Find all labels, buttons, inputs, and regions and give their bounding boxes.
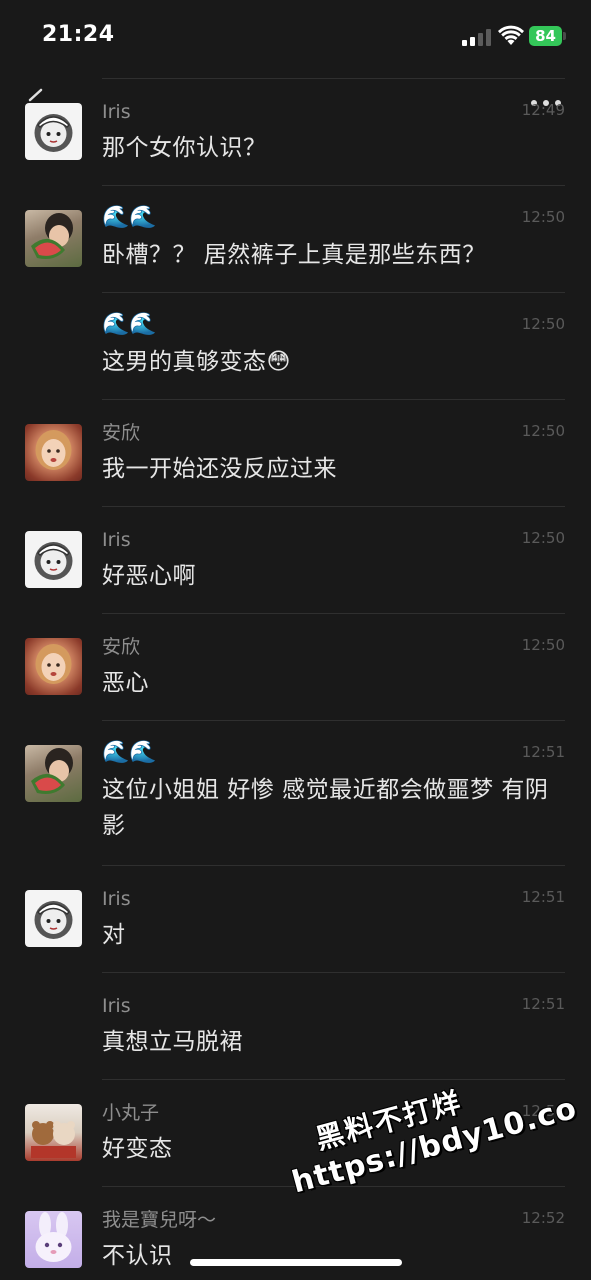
message-time: 12:49 <box>521 101 565 119</box>
message-sender: 安欣 <box>102 422 141 444</box>
message-row[interactable]: 🌊🌊 12:50 这男的真够变态😳 <box>0 292 591 399</box>
message-row[interactable]: Iris 12:49 那个女你认识？ <box>0 78 591 185</box>
battery-level: 84 <box>535 27 556 45</box>
message-sender: 我是寶兒呀～ <box>102 1209 217 1231</box>
status-bar: 21:24 84 <box>0 0 591 70</box>
message-time: 12:51 <box>521 888 565 906</box>
message-text: 对 <box>102 922 126 948</box>
avatar-anxin[interactable] <box>25 638 82 695</box>
message-text: 我一开始还没反应过来 <box>102 456 337 482</box>
message-time: 12:50 <box>521 636 565 654</box>
message-time: 12:50 <box>521 208 565 226</box>
avatar-iris[interactable] <box>25 890 82 947</box>
avatar-iris[interactable] <box>25 103 82 160</box>
message-sender: 小丸子 <box>102 1102 160 1124</box>
message-row[interactable]: Iris 12:51 真想立马脱裙 <box>0 972 591 1079</box>
message-sender: 🌊🌊 <box>102 205 157 230</box>
message-text: 真想立马脱裙 <box>102 1029 243 1055</box>
message-time: 12:51 <box>521 743 565 761</box>
avatar-watermelon-girl[interactable] <box>25 210 82 267</box>
avatar-baoer[interactable] <box>25 1211 82 1268</box>
chat-screen: 21:24 84 Iris 12:49 那个女你认识？ 🌊🌊 12:50 卧槽？… <box>0 0 591 1280</box>
status-time: 21:24 <box>42 22 115 47</box>
message-text: 恶心 <box>102 670 149 696</box>
message-time: 12:50 <box>521 315 565 333</box>
message-time: 12:50 <box>521 422 565 440</box>
wifi-icon <box>498 25 524 45</box>
message-text: 好恶心啊 <box>102 563 196 589</box>
message-text: 这位小姐姐 好惨 感觉最近都会做噩梦 有阴影 <box>102 777 549 839</box>
message-row[interactable]: 🌊🌊 12:51 这位小姐姐 好惨 感觉最近都会做噩梦 有阴影 <box>0 720 591 865</box>
message-sender: Iris <box>102 995 131 1017</box>
message-row[interactable]: Iris 12:51 对 <box>0 865 591 972</box>
message-sender: 安欣 <box>102 636 141 658</box>
battery-icon: 84 <box>529 26 567 46</box>
message-time: 12:51 <box>521 995 565 1013</box>
avatar-anxin[interactable] <box>25 424 82 481</box>
message-sender: 🌊🌊 <box>102 312 157 337</box>
message-text: 卧槽？？ 居然裤子上真是那些东西？ <box>102 242 486 268</box>
avatar-iris[interactable] <box>25 531 82 588</box>
message-time: 12:50 <box>521 529 565 547</box>
message-sender: Iris <box>102 888 131 910</box>
message-text: 这男的真够变态😳 <box>102 349 291 375</box>
message-sender: Iris <box>102 529 131 551</box>
message-time: 12:52 <box>521 1209 565 1227</box>
message-sender: Iris <box>102 101 131 123</box>
message-row[interactable]: 安欣 12:50 我一开始还没反应过来 <box>0 399 591 506</box>
message-row[interactable]: Iris 12:50 好恶心啊 <box>0 506 591 613</box>
home-indicator[interactable] <box>190 1259 402 1266</box>
message-row[interactable]: 🌊🌊 12:50 卧槽？？ 居然裤子上真是那些东西？ <box>0 185 591 292</box>
message-row[interactable]: 安欣 12:50 恶心 <box>0 613 591 720</box>
cellular-signal-icon <box>462 29 492 46</box>
message-text: 那个女你认识？ <box>102 135 267 161</box>
message-sender: 🌊🌊 <box>102 740 157 765</box>
message-text: 不认识 <box>102 1243 173 1269</box>
avatar-xiaowanzi[interactable] <box>25 1104 82 1161</box>
avatar-watermelon-girl[interactable] <box>25 745 82 802</box>
